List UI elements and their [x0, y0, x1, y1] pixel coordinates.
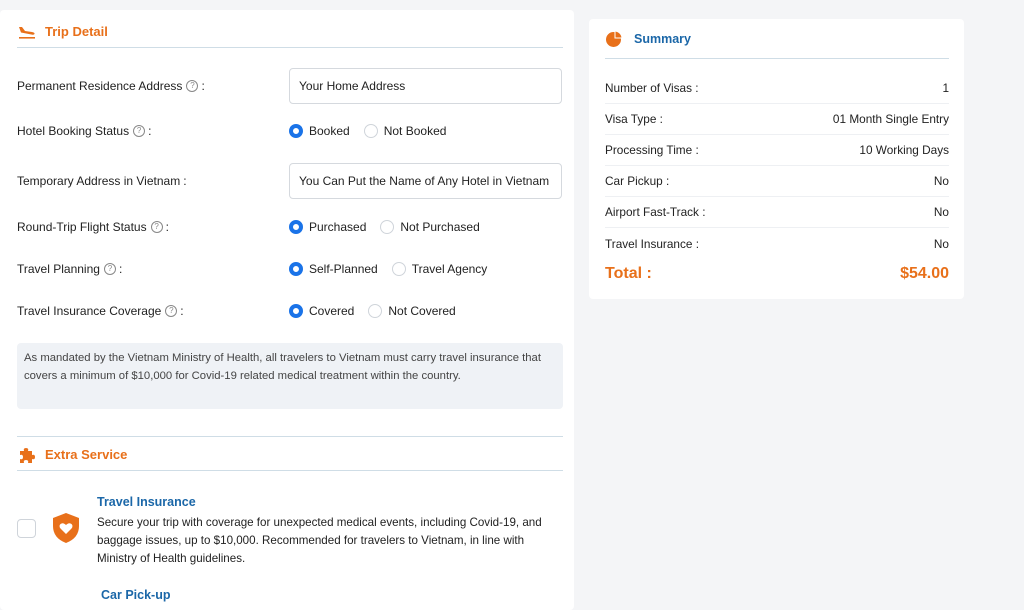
summary-row: Processing Time : 10 Working Days [605, 135, 949, 166]
insurance-coverage-radio-group: Covered Not Covered [289, 304, 470, 318]
hotel-booking-label: Hotel Booking Status [17, 124, 130, 138]
help-icon[interactable]: ? [165, 305, 178, 317]
travel-planning-label: Travel Planning [17, 262, 100, 276]
radio-covered[interactable]: Covered [289, 304, 354, 318]
help-icon[interactable]: ? [150, 221, 163, 233]
temporary-address-row: Temporary Address in Vietnam : You Can P… [17, 163, 563, 199]
summary-row: Visa Type : 01 Month Single Entry [605, 104, 949, 135]
flight-status-label: Round-Trip Flight Status [17, 220, 147, 234]
radio-self-planned[interactable]: Self-Planned [289, 262, 378, 276]
extra-service-title: Extra Service [45, 447, 128, 462]
summary-value: No [933, 205, 949, 219]
summary-label: Number of Visas : [605, 81, 699, 95]
radio-purchased[interactable]: Purchased [289, 220, 366, 234]
summary-value: 01 Month Single Entry [832, 112, 949, 126]
summary-header: Summary [605, 19, 949, 59]
travel-insurance-title[interactable]: Travel Insurance [97, 495, 196, 509]
trip-detail-card: Trip Detail Permanent Residence Address … [0, 10, 574, 610]
shield-heart-icon [52, 512, 80, 544]
flight-status-radio-group: Purchased Not Purchased [289, 220, 494, 234]
trip-detail-title: Trip Detail [45, 24, 108, 39]
summary-value: No [933, 236, 949, 251]
permanent-address-input[interactable]: Your Home Address [289, 68, 562, 104]
insurance-coverage-row: Travel Insurance Coverage ? : Covered No… [17, 304, 563, 318]
summary-title: Summary [634, 31, 691, 46]
pie-chart-icon [605, 29, 623, 48]
summary-label: Airport Fast-Track : [605, 205, 706, 219]
extra-service-header: Extra Service [17, 439, 563, 471]
puzzle-icon [17, 445, 37, 465]
insurance-note: As mandated by the Vietnam Ministry of H… [17, 343, 563, 409]
summary-value: 1 [942, 81, 949, 95]
hotel-booking-row: Hotel Booking Status ? : Booked Not Book… [17, 124, 563, 138]
summary-label: Travel Insurance : [605, 236, 699, 251]
travel-planning-radio-group: Self-Planned Travel Agency [289, 262, 501, 276]
help-icon[interactable]: ? [103, 263, 116, 275]
travel-insurance-description: Secure your trip with coverage for unexp… [97, 516, 542, 565]
summary-row: Airport Fast-Track : No [605, 197, 949, 228]
help-icon[interactable]: ? [133, 125, 146, 137]
total-label: Total : [605, 265, 652, 282]
plane-landing-icon [17, 22, 37, 42]
hotel-booking-radio-group: Booked Not Booked [289, 124, 460, 138]
summary-row: Travel Insurance : No [605, 228, 949, 259]
summary-label: Visa Type : [605, 112, 663, 126]
summary-card: Summary Number of Visas : 1 Visa Type : … [589, 19, 964, 299]
trip-detail-header: Trip Detail [17, 16, 563, 48]
radio-not-booked[interactable]: Not Booked [363, 124, 446, 138]
radio-not-covered[interactable]: Not Covered [368, 304, 456, 318]
summary-label: Car Pickup : [605, 174, 670, 188]
total-value: $54.00 [900, 265, 949, 282]
summary-row: Car Pickup : No [605, 166, 949, 197]
section-divider [17, 436, 563, 437]
permanent-address-label: Permanent Residence Address [17, 79, 183, 93]
help-icon[interactable]: ? [186, 80, 199, 92]
flight-status-row: Round-Trip Flight Status ? : Purchased N… [17, 220, 563, 234]
summary-label: Processing Time : [605, 143, 699, 157]
temporary-address-input[interactable]: You Can Put the Name of Any Hotel in Vie… [289, 163, 562, 199]
summary-row: Number of Visas : 1 [605, 73, 949, 104]
summary-value: 10 Working Days [859, 143, 949, 157]
travel-planning-row: Travel Planning ? : Self-Planned Travel … [17, 262, 563, 276]
radio-travel-agency[interactable]: Travel Agency [391, 262, 487, 276]
insurance-coverage-label: Travel Insurance Coverage [17, 304, 162, 318]
radio-not-purchased[interactable]: Not Purchased [380, 220, 480, 234]
temporary-address-label: Temporary Address in Vietnam [17, 174, 181, 188]
car-pickup-title[interactable]: Car Pick-up [101, 588, 170, 602]
summary-total: Total : $54.00 [605, 265, 949, 283]
radio-booked[interactable]: Booked [289, 124, 350, 138]
permanent-address-row: Permanent Residence Address ? : Your Hom… [17, 68, 563, 104]
travel-insurance-checkbox[interactable] [17, 519, 36, 538]
summary-value: No [933, 174, 949, 188]
